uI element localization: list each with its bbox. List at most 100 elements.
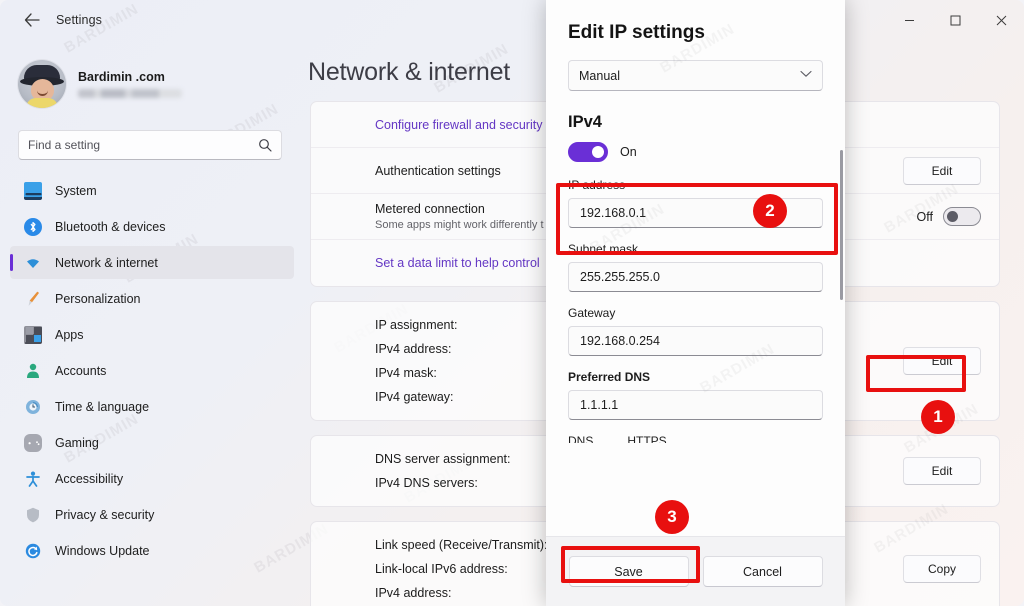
ip-properties-list: IP assignment: IPv4 address: IPv4 mask: IPv… [311, 302, 475, 420]
ip-property-label: IPv4 address: [375, 342, 452, 356]
sidebar-item-bluetooth-devices[interactable]: Bluetooth & devices [10, 210, 294, 243]
ipv4-toggle-label: On [620, 145, 637, 159]
row-text: Configure firewall and security [375, 110, 542, 140]
ip-address-label: IP address [568, 178, 626, 192]
dns-properties-list: DNS server assignment: IPv4 DNS servers: [311, 436, 528, 506]
avatar [18, 60, 66, 108]
sidebar-item-label: System [55, 183, 97, 198]
sidebar-item-privacy-security[interactable]: Privacy & security [10, 498, 294, 531]
back-button[interactable] [16, 5, 48, 35]
sidebar-nav: System Bluetooth & devices Network & inter… [0, 174, 300, 567]
sidebar-item-label: Apps [55, 327, 84, 342]
maximize-button[interactable] [932, 0, 978, 40]
sidebar-item-label: Accounts [55, 363, 107, 378]
sidebar-item-label: Bluetooth & devices [55, 219, 166, 234]
copy-button[interactable]: Copy [903, 555, 981, 583]
dns-label-cut: DNS [568, 434, 594, 443]
preferred-dns-input[interactable] [568, 390, 823, 420]
dialog-scrollbar[interactable] [840, 150, 843, 300]
dns-property-label: IPv4 DNS servers: [375, 476, 478, 490]
account-name: Bardimin .com [78, 70, 165, 84]
sidebar-item-system[interactable]: System [10, 174, 294, 207]
person-icon [24, 362, 42, 380]
close-button[interactable] [978, 0, 1024, 40]
copy-slot: Copy [903, 555, 999, 583]
preferred-dns-field-group: Preferred DNS [568, 370, 823, 420]
subnet-mask-label: Subnet mask [568, 242, 639, 256]
ipv4-toggle-group: On [568, 142, 823, 162]
metered-toggle-group: Off [917, 207, 981, 226]
annotation-badge-3: 3 [655, 500, 689, 534]
minimize-icon [904, 19, 914, 21]
sidebar-item-label: Network & internet [55, 255, 158, 270]
back-arrow-icon [24, 13, 40, 27]
ipv4-heading: IPv4 [568, 113, 602, 131]
dialog-body: Edit IP settings Manual IPv4 On IP addre… [546, 0, 845, 536]
sidebar-item-personalization[interactable]: Personalization [10, 282, 294, 315]
account-tile[interactable]: Bardimin .com [18, 56, 300, 112]
avatar-shirt [26, 98, 58, 108]
sidebar-item-label: Gaming [55, 435, 99, 450]
row-title: Metered connection [375, 202, 485, 216]
bluetooth-icon [24, 217, 42, 236]
ipv4-toggle[interactable] [568, 142, 608, 162]
dns-edit-button[interactable]: Edit [903, 457, 981, 485]
sidebar-item-apps[interactable]: Apps [10, 318, 294, 351]
link-property-label: Link-local IPv6 address: [375, 562, 508, 576]
dns-property-label: DNS server assignment: [375, 452, 511, 466]
sidebar-item-label: Accessibility [55, 471, 124, 486]
row-link[interactable]: Set a data limit to help control [375, 256, 540, 270]
annotation-badge-2: 2 [753, 194, 787, 228]
authentication-edit-button[interactable]: Edit [903, 156, 981, 185]
edit-ip-settings-dialog: Edit IP settings Manual IPv4 On IP addre… [546, 0, 845, 606]
search-box[interactable] [18, 130, 282, 160]
chevron-down-icon [800, 70, 812, 81]
sidebar-item-accounts[interactable]: Accounts [10, 354, 294, 387]
title-bar: Settings [0, 0, 1024, 40]
subnet-mask-field-group: Subnet mask [568, 242, 823, 292]
dns-over-https-row-cutoff: DNS HTTPS [568, 434, 823, 443]
sidebar-item-label: Personalization [55, 291, 141, 306]
sidebar-item-accessibility[interactable]: Accessibility [10, 462, 294, 495]
https-label-cut: HTTPS [627, 434, 667, 443]
gateway-field-group: Gateway [568, 306, 823, 356]
row-link[interactable]: Configure firewall and security [375, 118, 542, 132]
ip-edit-button[interactable]: Edit [903, 347, 981, 375]
ip-assignment-select[interactable]: Manual [568, 60, 823, 91]
subnet-mask-input[interactable] [568, 262, 823, 292]
cancel-button[interactable]: Cancel [702, 556, 823, 587]
monitor-icon [24, 181, 42, 200]
wifi-icon [24, 254, 42, 272]
ip-property-label: IPv4 mask: [375, 366, 437, 380]
clock-globe-icon [24, 398, 42, 416]
update-sync-icon [24, 542, 42, 560]
sidebar: Bardimin .com System Bluetooth & devices N… [0, 40, 300, 606]
dialog-footer: Save Cancel [546, 536, 845, 606]
window-controls [886, 0, 1024, 40]
sidebar-item-network-internet[interactable]: Network & internet [10, 246, 294, 279]
row-text: Set a data limit to help control [375, 248, 540, 278]
search-input[interactable] [28, 138, 258, 152]
ip-property-label: IPv4 gateway: [375, 390, 454, 404]
apps-grid-icon [24, 325, 42, 344]
account-email-blurred [78, 89, 182, 98]
row-text: Authentication settings [375, 156, 501, 186]
save-button[interactable]: Save [568, 556, 689, 587]
ip-property-label: IP assignment: [375, 318, 458, 332]
shield-icon [24, 506, 42, 524]
sidebar-item-windows-update[interactable]: Windows Update [10, 534, 294, 567]
minimize-button[interactable] [886, 0, 932, 40]
link-property-label: Link speed (Receive/Transmit): [375, 538, 548, 552]
annotation-badge-1: 1 [921, 400, 955, 434]
sidebar-item-gaming[interactable]: Gaming [10, 426, 294, 459]
metered-connection-toggle[interactable] [943, 207, 981, 226]
sidebar-item-time-language[interactable]: Time & language [10, 390, 294, 423]
settings-window: BARDIMIN BARDIMIN BARDIMIN BARDIMIN BARD… [0, 0, 1024, 606]
gateway-label: Gateway [568, 306, 616, 320]
search-icon [258, 138, 272, 152]
paintbrush-icon [23, 288, 44, 309]
row-subtitle: Some apps might work differently t [375, 219, 544, 231]
link-property-label: IPv4 address: [375, 586, 452, 600]
account-text: Bardimin .com [78, 70, 182, 98]
gateway-input[interactable] [568, 326, 823, 356]
